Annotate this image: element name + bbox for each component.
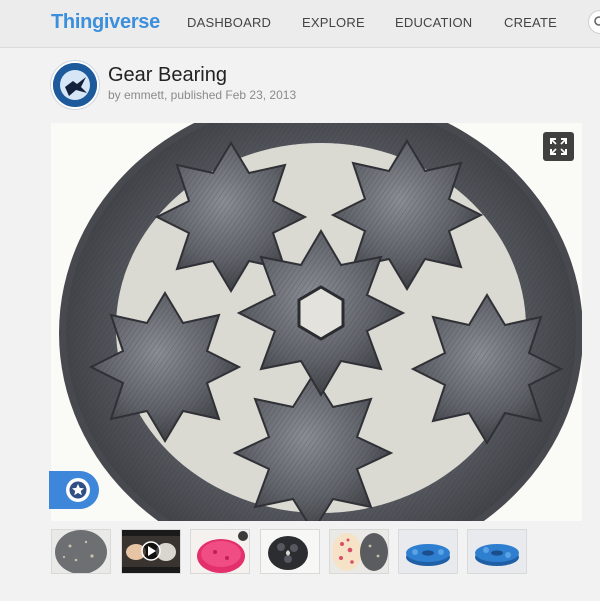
- thumbnail-7[interactable]: [467, 529, 527, 574]
- nav-dashboard[interactable]: DASHBOARD: [187, 15, 271, 30]
- avatar-image: [53, 63, 97, 107]
- gear-bearing-photo: [51, 123, 582, 521]
- thumbnail-gray-print: [52, 530, 110, 573]
- thumbnail-pink-print: [191, 530, 249, 573]
- favorite-button[interactable]: [49, 471, 99, 509]
- expand-icon: [550, 138, 567, 155]
- thumbnail-2[interactable]: [121, 529, 181, 574]
- thumbnail-6[interactable]: [398, 529, 458, 574]
- thing-title: Gear Bearing: [108, 64, 227, 86]
- nav-create[interactable]: CREATE: [504, 15, 557, 30]
- thumbnail-1[interactable]: [51, 529, 111, 574]
- thumbnail-blue-render: [399, 530, 457, 573]
- thing-byline: by emmett, published Feb 23, 2013: [108, 88, 297, 102]
- nav-explore[interactable]: EXPLORE: [302, 15, 365, 30]
- top-navigation-bar: Thingiverse DASHBOARD EXPLORE EDUCATION …: [0, 0, 600, 48]
- thumbnail-video: [122, 530, 180, 573]
- thumbnail-5[interactable]: [329, 529, 389, 574]
- main-image-viewer[interactable]: [51, 123, 582, 521]
- creator-avatar[interactable]: [53, 63, 97, 107]
- search-icon: [594, 16, 600, 26]
- expand-button[interactable]: [543, 132, 574, 161]
- thumbnail-blue-render-2: [468, 530, 526, 573]
- thumbnail-speckled-prints: [330, 530, 388, 573]
- nav-education[interactable]: EDUCATION: [395, 15, 472, 30]
- thumbnail-4[interactable]: [260, 529, 320, 574]
- search-button[interactable]: [588, 10, 600, 34]
- star-icon: [69, 481, 87, 499]
- thumbnail-black-gear-bearing: [261, 530, 319, 573]
- favorite-circle: [66, 478, 90, 502]
- thumbnail-3[interactable]: [190, 529, 250, 574]
- thingiverse-logo[interactable]: Thingiverse: [51, 11, 160, 34]
